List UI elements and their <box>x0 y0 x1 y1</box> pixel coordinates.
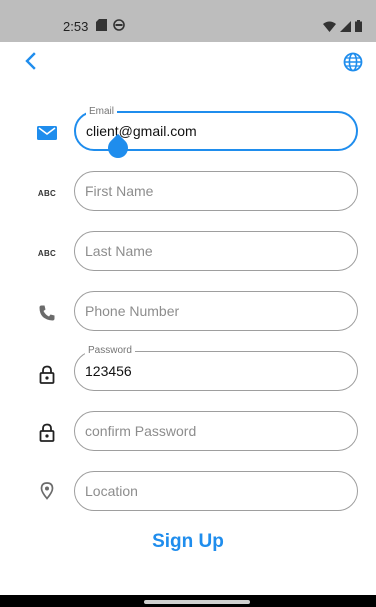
globe-icon <box>343 52 363 72</box>
back-button[interactable] <box>20 50 42 72</box>
home-indicator[interactable] <box>144 600 250 604</box>
chevron-left-icon <box>25 52 36 70</box>
confirm-password-icon-wrap <box>36 422 58 442</box>
lock-icon <box>39 423 55 442</box>
location-row <box>0 471 376 515</box>
confirm-password-input[interactable] <box>85 412 345 450</box>
confirm-password-row <box>0 411 376 455</box>
location-pin-icon <box>40 482 54 500</box>
password-row: Password <box>0 345 376 395</box>
phone-icon-wrap <box>36 303 58 323</box>
mail-icon <box>37 126 57 140</box>
phone-field[interactable] <box>74 291 358 331</box>
first-name-field[interactable] <box>74 171 358 211</box>
confirm-password-field[interactable] <box>74 411 358 451</box>
first-name-icon-wrap: ABC <box>36 183 58 203</box>
phone-icon <box>39 305 55 321</box>
navigation-bar <box>0 595 376 607</box>
status-notifications <box>96 19 125 31</box>
location-input[interactable] <box>85 472 345 510</box>
abc-icon: ABC <box>37 248 57 258</box>
battery-icon <box>355 20 362 32</box>
phone-row <box>0 291 376 335</box>
password-icon-wrap <box>36 364 58 384</box>
status-system-icons <box>323 20 362 32</box>
last-name-input[interactable] <box>85 232 345 270</box>
lock-icon <box>39 365 55 384</box>
language-button[interactable] <box>342 51 364 73</box>
first-name-row: ABC <box>0 171 376 215</box>
status-time: 2:53 <box>63 19 89 34</box>
email-icon-wrap <box>36 123 58 143</box>
sign-up-button[interactable]: Sign Up <box>140 528 236 556</box>
abc-icon: ABC <box>37 188 57 198</box>
location-field[interactable] <box>74 471 358 511</box>
signal-icon <box>340 20 351 32</box>
email-row: Email <box>0 106 376 163</box>
status-bar: 2:53 <box>0 0 376 42</box>
app-bar <box>0 42 376 82</box>
last-name-row: ABC <box>0 231 376 275</box>
android-debug-icon <box>113 19 125 31</box>
first-name-input[interactable] <box>85 172 345 210</box>
sd-card-icon <box>96 19 107 31</box>
password-input[interactable] <box>85 352 345 390</box>
wifi-icon <box>323 21 336 32</box>
last-name-field[interactable] <box>74 231 358 271</box>
phone-input[interactable] <box>85 292 345 330</box>
location-icon-wrap <box>36 481 58 501</box>
password-field[interactable]: Password <box>74 345 358 391</box>
last-name-icon-wrap: ABC <box>36 243 58 263</box>
